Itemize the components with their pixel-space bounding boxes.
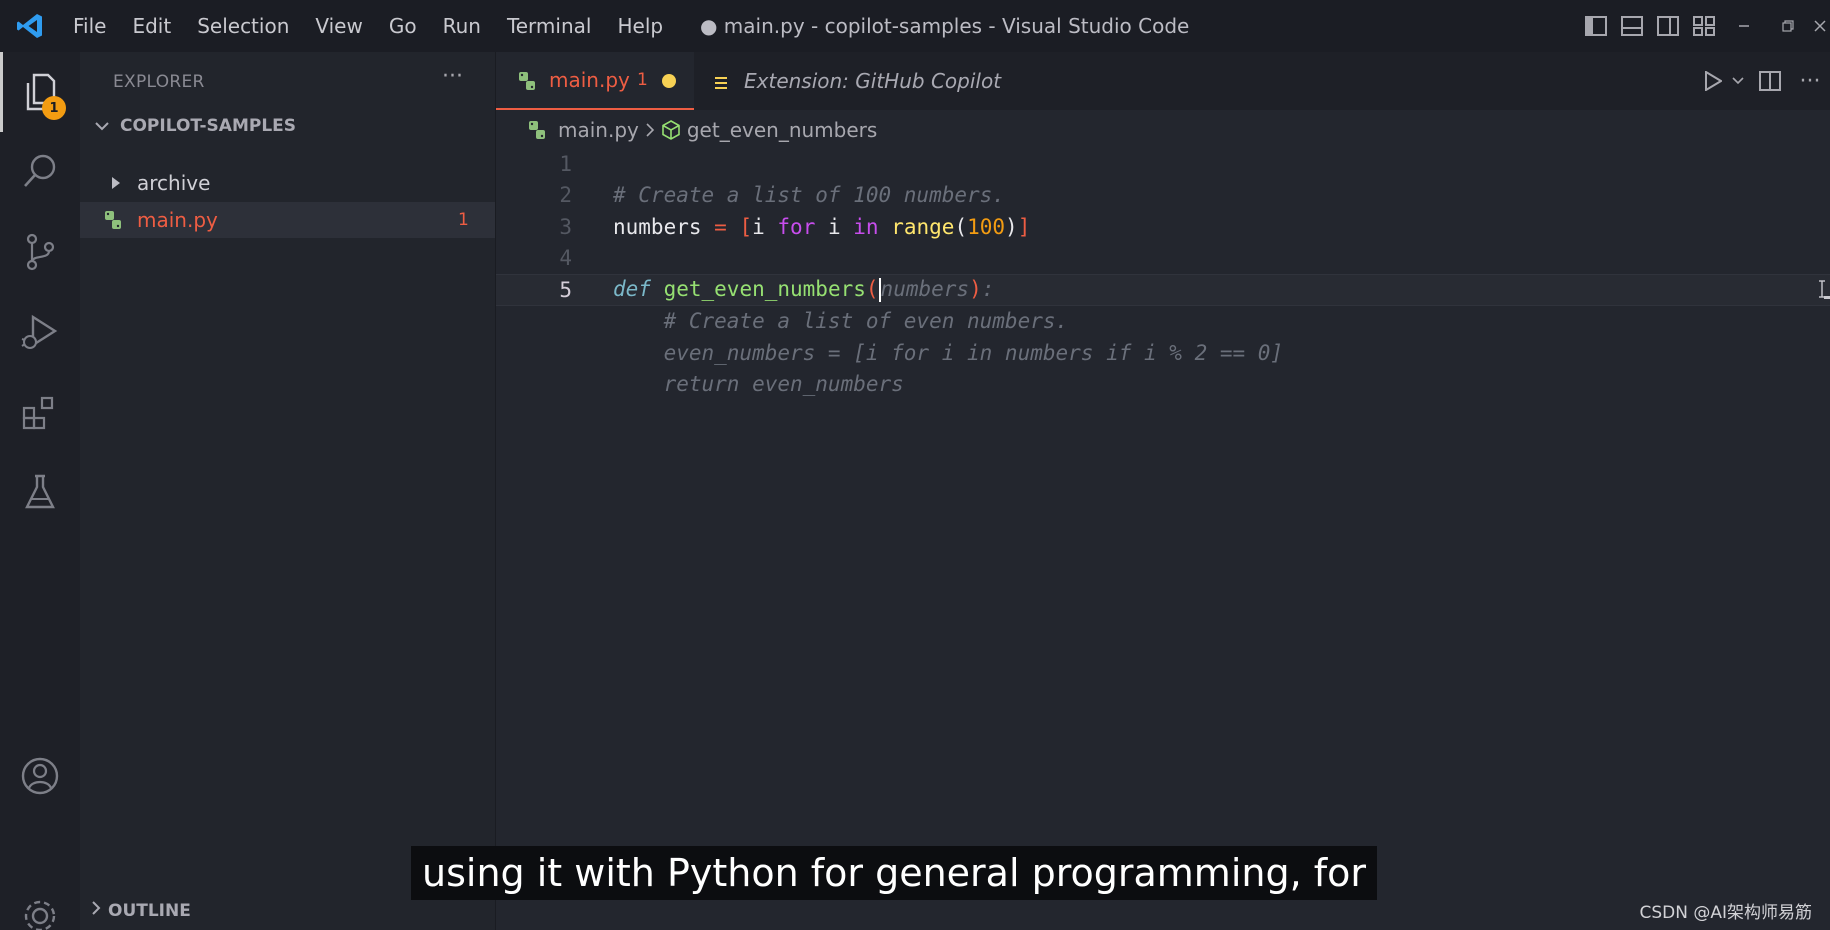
scrollbar-marker[interactable]	[1824, 296, 1830, 299]
workspace-folder-label: COPILOT-SAMPLES	[120, 116, 297, 136]
chevron-down-icon	[90, 120, 114, 132]
testing-activity[interactable]	[0, 452, 80, 532]
menu-edit[interactable]: Edit	[119, 0, 184, 52]
tree-item-label: archive	[137, 171, 211, 195]
explorer-badge: 1	[42, 96, 66, 120]
more-actions-icon[interactable]: ···	[1790, 69, 1830, 94]
code-line: 2 # Create a list of 100 numbers.	[496, 180, 1830, 212]
copilot-ghost-line: return even_numbers	[613, 372, 904, 397]
tab-label: Extension: GitHub Copilot	[744, 69, 1002, 93]
line-number: 4	[559, 246, 572, 271]
python-file-icon	[102, 209, 124, 236]
outline-section-header[interactable]: OUTLINE	[90, 900, 191, 921]
tab-problems-count: 1	[637, 70, 648, 90]
tree-item-label: main.py	[137, 208, 218, 232]
line-number: 3	[559, 214, 572, 239]
toggle-panel-icon[interactable]	[1614, 0, 1650, 52]
menu-selection[interactable]: Selection	[184, 0, 302, 52]
menu-terminal[interactable]: Terminal	[494, 0, 605, 52]
title-bar-controls	[1578, 0, 1830, 52]
editor-actions: ···	[1700, 52, 1830, 110]
menu-go[interactable]: Go	[376, 0, 430, 52]
editor-area: main.py 1 Extension: GitHub Copilot ··· …	[496, 52, 1830, 930]
extension-page-icon	[714, 72, 728, 96]
tree-item-main-py[interactable]: main.py 1	[80, 202, 495, 238]
code-line-current: 5 def get_even_numbers(numbers):	[496, 274, 1830, 306]
run-dropdown-chevron-icon[interactable]	[1726, 77, 1750, 85]
tree-item-archive[interactable]: archive	[80, 165, 495, 201]
explorer-sidebar: EXPLORER ··· COPILOT-SAMPLES archive mai…	[80, 52, 496, 930]
ibeam-cursor-icon	[1818, 279, 1826, 304]
line-number: 1	[559, 151, 572, 176]
line-number: 2	[559, 183, 572, 208]
code-statement: numbers = [i for i in range(100)]	[613, 214, 1031, 239]
workspace-folder-header[interactable]: COPILOT-SAMPLES	[90, 116, 296, 136]
split-editor-icon[interactable]	[1750, 71, 1790, 91]
manage-activity[interactable]	[0, 850, 80, 930]
extensions-activity[interactable]	[0, 372, 80, 452]
code-comment: # Create a list of 100 numbers.	[613, 183, 1005, 208]
tab-main-py[interactable]: main.py 1	[496, 52, 694, 110]
tab-label: main.py	[549, 68, 630, 92]
tab-extension-copilot[interactable]: Extension: GitHub Copilot	[694, 52, 1024, 110]
menu-file[interactable]: File	[60, 0, 119, 52]
search-icon	[24, 154, 56, 187]
copilot-ghost-line: # Create a list of even numbers.	[613, 309, 1069, 334]
run-debug-icon	[21, 314, 58, 349]
copilot-ghost-line: even_numbers = [i for i in numbers if i …	[613, 340, 1284, 365]
search-activity[interactable]	[0, 132, 80, 212]
source-control-icon	[26, 233, 55, 271]
explorer-title: EXPLORER	[113, 72, 205, 92]
chevron-right-icon	[90, 900, 102, 921]
restore-icon[interactable]	[1766, 0, 1810, 52]
python-file-icon	[516, 70, 538, 97]
problems-count: 1	[458, 210, 469, 230]
beaker-icon	[25, 474, 55, 509]
unsaved-dot-icon[interactable]	[662, 74, 676, 88]
code-line: 4	[496, 243, 1830, 275]
chevron-right-icon	[110, 171, 122, 195]
close-window-icon[interactable]	[1810, 0, 1830, 52]
code-line: 1	[496, 148, 1830, 180]
watermark: CSDN @AI架构师易筋	[1639, 903, 1812, 923]
breadcrumb-symbol[interactable]: get_even_numbers	[687, 118, 877, 142]
ghost-suggestion-colon: :	[981, 277, 995, 302]
toggle-secondary-sidebar-icon[interactable]	[1650, 0, 1686, 52]
extensions-icon	[22, 396, 54, 430]
outline-label: OUTLINE	[108, 900, 191, 921]
source-control-activity[interactable]	[0, 212, 80, 292]
code-editor[interactable]: 1 2 # Create a list of 100 numbers. 3 nu…	[496, 148, 1830, 400]
run-debug-activity[interactable]	[0, 292, 80, 372]
code-line: 3 numbers = [i for i in range(100)]	[496, 211, 1830, 243]
breadcrumb: main.py get_even_numbers	[526, 112, 877, 148]
editor-tabs: main.py 1 Extension: GitHub Copilot ···	[496, 52, 1830, 110]
explorer-activity[interactable]: 1	[0, 52, 80, 132]
title-bar: File Edit Selection View Go Run Terminal…	[0, 0, 1830, 52]
code-function-def: def get_even_numbers(numbers):	[613, 277, 995, 303]
ghost-suggestion-param: numbers	[880, 277, 970, 302]
gear-icon	[24, 900, 56, 930]
explorer-more-actions-icon[interactable]: ···	[442, 64, 463, 89]
breadcrumb-file[interactable]: main.py	[558, 118, 639, 142]
python-file-icon	[526, 119, 548, 141]
line-number: 5	[559, 277, 572, 302]
vscode-logo-icon	[0, 0, 60, 52]
menu-help[interactable]: Help	[604, 0, 676, 52]
window-title: ● main.py - copilot-samples - Visual Stu…	[700, 14, 1190, 38]
accounts-activity[interactable]	[0, 736, 80, 816]
toggle-primary-sidebar-icon[interactable]	[1578, 0, 1614, 52]
menu-view[interactable]: View	[302, 0, 375, 52]
symbol-method-icon	[661, 120, 681, 140]
minimize-icon[interactable]	[1722, 0, 1766, 52]
activity-bar: 1	[0, 52, 80, 930]
menu-bar: File Edit Selection View Go Run Terminal…	[60, 0, 676, 52]
breadcrumb-separator-icon	[645, 122, 655, 138]
run-python-file-icon[interactable]	[1700, 71, 1726, 91]
menu-run[interactable]: Run	[430, 0, 494, 52]
account-icon	[21, 757, 59, 795]
customize-layout-icon[interactable]	[1686, 0, 1722, 52]
video-caption: using it with Python for general program…	[411, 846, 1377, 900]
